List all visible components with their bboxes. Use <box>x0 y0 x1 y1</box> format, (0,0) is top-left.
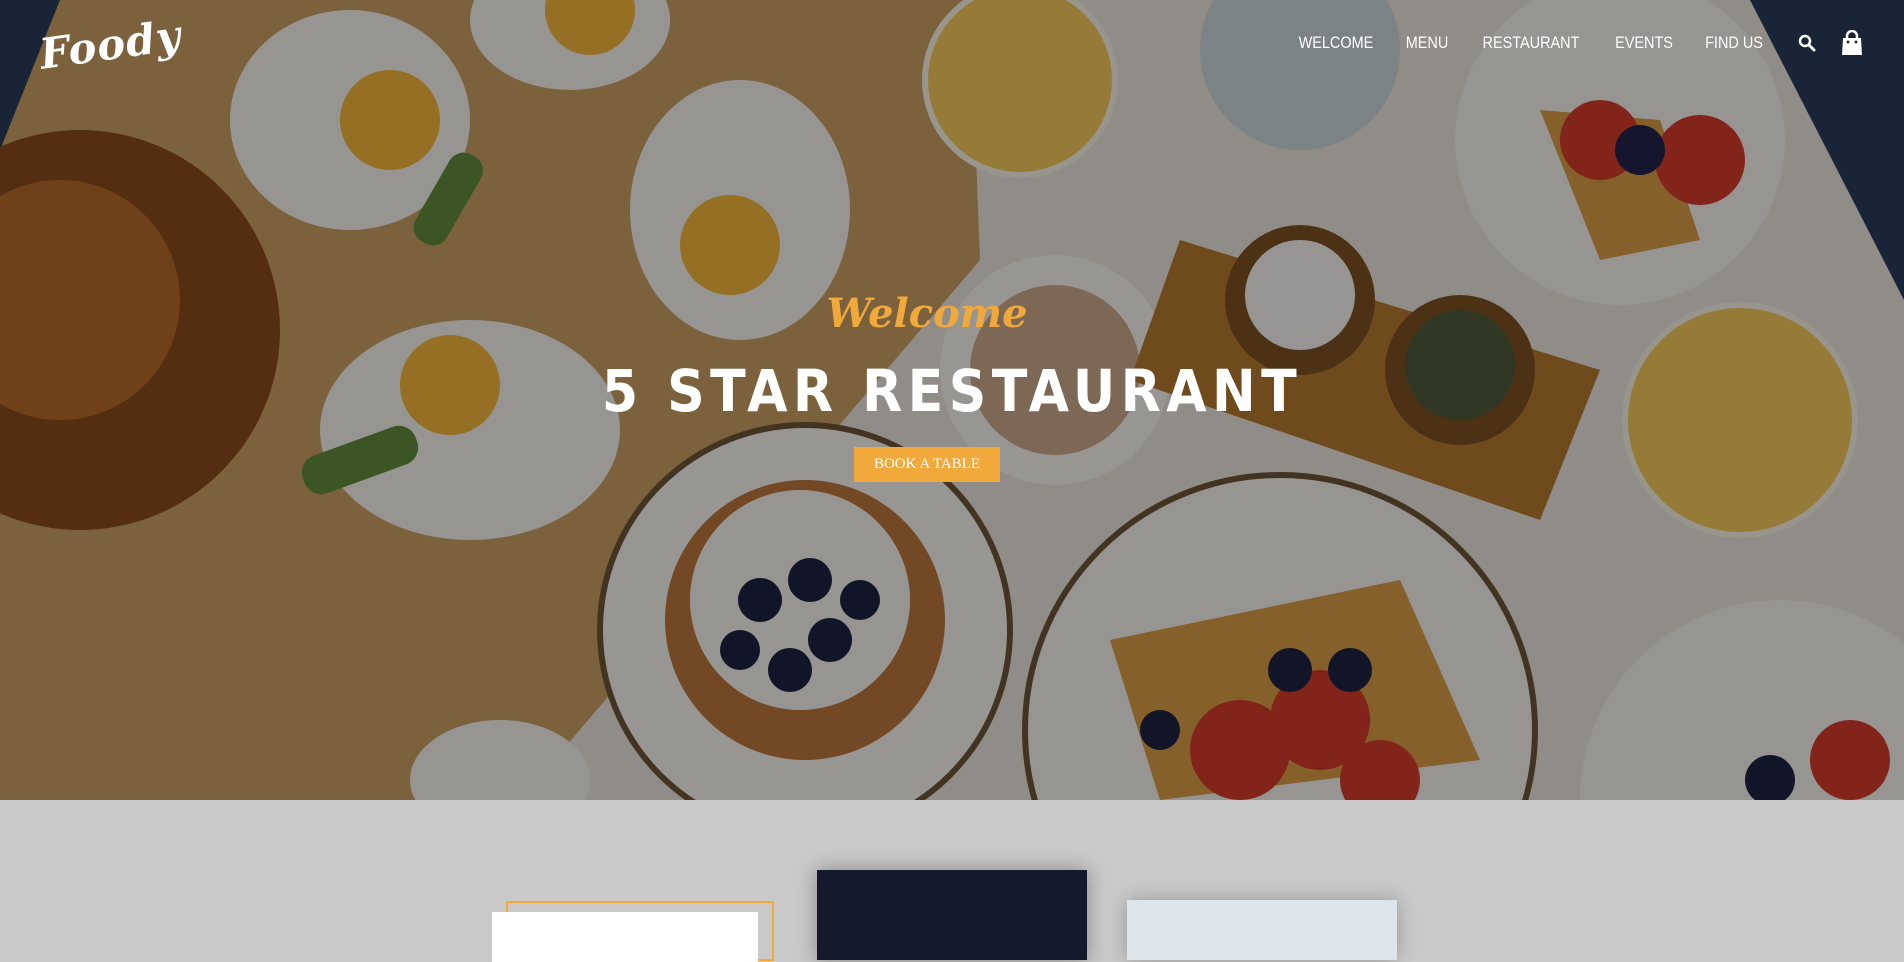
nav-item-events[interactable]: EVENTS <box>1615 33 1673 53</box>
hero-title: 5 STAR RESTAURANT <box>601 357 1303 425</box>
book-table-button[interactable]: BOOK A TABLE <box>853 447 1001 482</box>
gallery-section <box>0 800 1904 962</box>
hero-section: Foody WELCOME MENU RESTAURANT EVENTS FIN… <box>0 0 1904 800</box>
nav-item-find-us[interactable]: FIND US <box>1705 33 1763 53</box>
hero-text: Welcome 5 STAR RESTAURANT BOOK A TABLE <box>0 290 1904 482</box>
search-icon[interactable] <box>1798 34 1816 52</box>
shopping-bag-icon[interactable] <box>1840 30 1864 56</box>
hero-welcome: Welcome <box>826 290 1028 337</box>
gallery-card-light <box>1127 900 1397 960</box>
nav-item-menu[interactable]: MENU <box>1406 33 1449 53</box>
gallery-card-white <box>492 912 758 962</box>
nav-item-restaurant[interactable]: RESTAURANT <box>1483 33 1580 53</box>
nav-item-welcome[interactable]: WELCOME <box>1299 33 1374 53</box>
main-nav: WELCOME MENU RESTAURANT EVENTS FIND US <box>1270 30 1864 56</box>
